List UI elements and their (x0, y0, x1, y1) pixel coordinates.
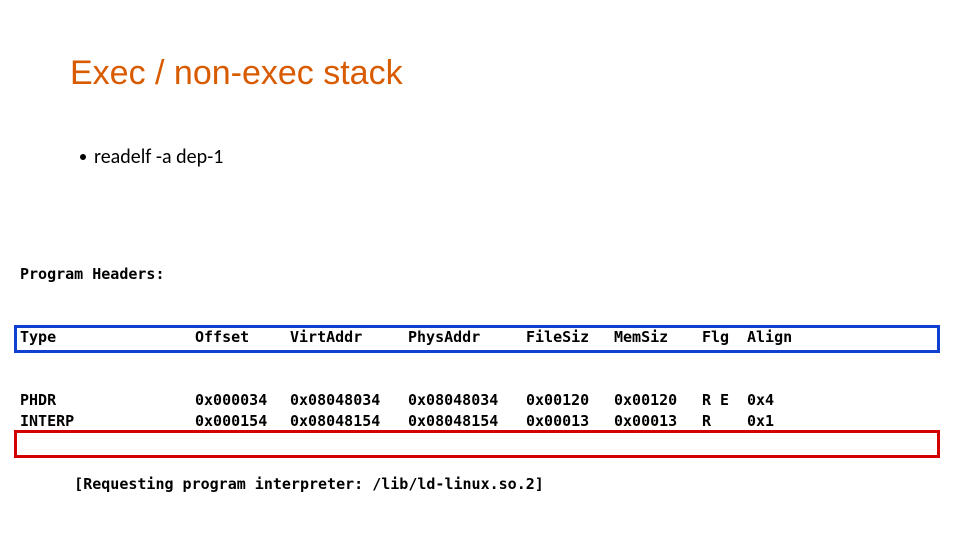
cell-phys: 0x08048154 (408, 411, 526, 432)
column-headers: TypeOffsetVirtAddrPhysAddrFileSizMemSizF… (20, 327, 801, 348)
col-virt: VirtAddr (290, 327, 408, 348)
col-type: Type (20, 327, 195, 348)
cell-flg: R (702, 411, 747, 432)
slide: Exec / non-exec stack readelf -a dep-1 P… (0, 0, 960, 540)
col-offset: Offset (195, 327, 290, 348)
cell-type: INTERP (20, 411, 195, 432)
section-header: Program Headers: (20, 264, 801, 285)
bullet-dot-icon (80, 154, 86, 160)
cell-virt: 0x08048034 (290, 390, 408, 411)
cell-filesz: 0x00120 (526, 390, 614, 411)
bullet-line: readelf -a dep-1 (80, 145, 223, 169)
cell-filesz: 0x00013 (526, 411, 614, 432)
col-flg: Flg (702, 327, 747, 348)
program-header-row: INTERP0x0001540x080481540x080481540x0001… (20, 411, 801, 432)
cell-type: PHDR (20, 390, 195, 411)
readelf-output: Program Headers: TypeOffsetVirtAddrPhysA… (20, 222, 801, 540)
cell-phys: 0x08048034 (408, 390, 526, 411)
cell-flg: R E (702, 390, 747, 411)
cell-align: 0x1 (747, 411, 774, 432)
interp-note: [Requesting program interpreter: /lib/ld… (20, 474, 801, 495)
cell-offset: 0x000154 (195, 411, 290, 432)
col-align: Align (747, 327, 792, 348)
cell-offset: 0x000034 (195, 390, 290, 411)
col-phys: PhysAddr (408, 327, 526, 348)
slide-title: Exec / non-exec stack (70, 54, 403, 93)
cell-memsz: 0x00120 (614, 390, 702, 411)
program-header-row: PHDR0x0000340x080480340x080480340x001200… (20, 390, 801, 411)
bullet-text: readelf -a dep-1 (94, 145, 223, 169)
cell-memsz: 0x00013 (614, 411, 702, 432)
col-filesz: FileSiz (526, 327, 614, 348)
cell-virt: 0x08048154 (290, 411, 408, 432)
cell-align: 0x4 (747, 390, 774, 411)
col-memsz: MemSiz (614, 327, 702, 348)
